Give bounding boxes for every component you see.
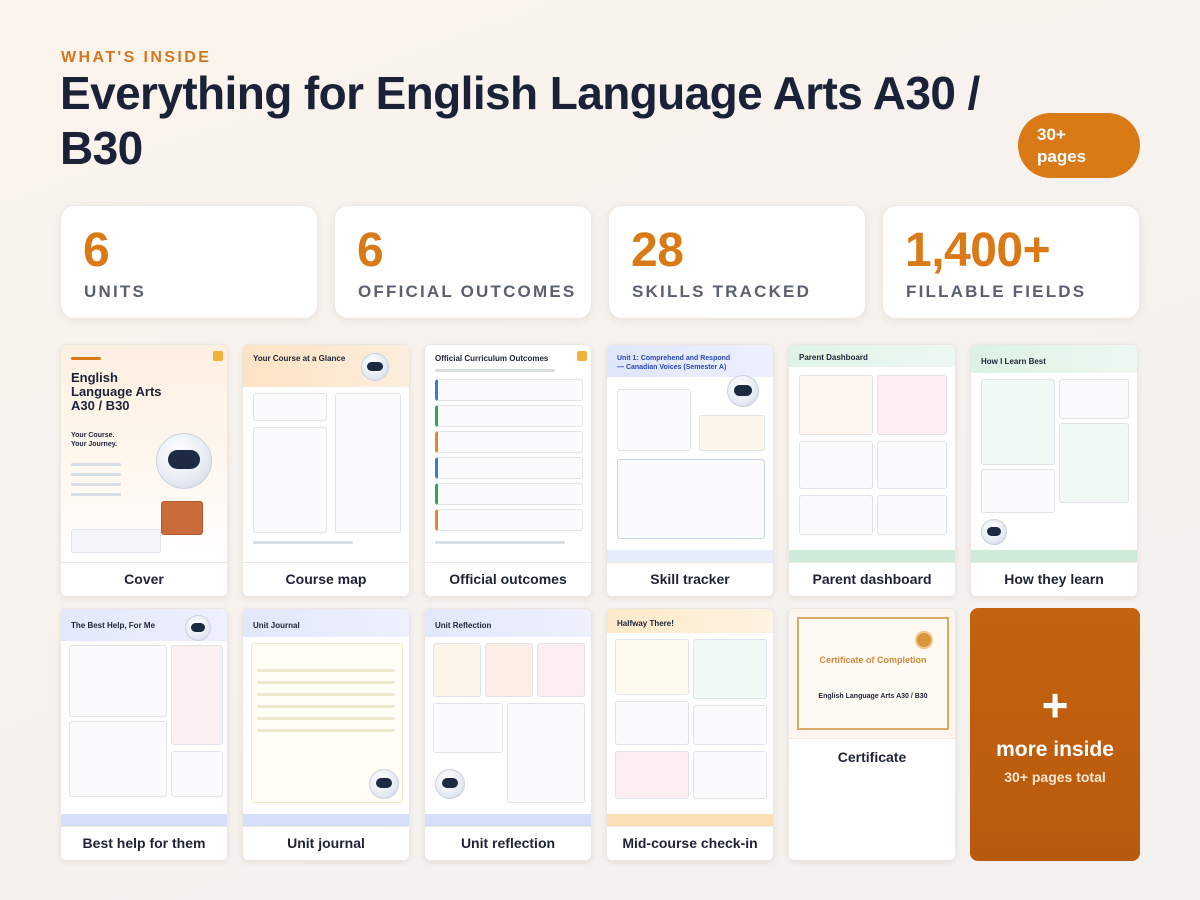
page-thumbnail: Unit Journal xyxy=(243,609,409,827)
thumb-title: Unit Reflection xyxy=(435,621,492,630)
stat-label: SKILLS TRACKED xyxy=(632,282,812,301)
thumb-title: Your Course at a Glance xyxy=(253,354,346,363)
robot-mascot-icon xyxy=(981,519,1007,545)
page-thumbnail: English Language Arts A30 / B30 Your Cou… xyxy=(61,345,227,563)
stat-value: 6 xyxy=(357,224,384,277)
robot-mascot-icon xyxy=(727,375,759,407)
page-thumbnail: Official Curriculum Outcomes xyxy=(425,345,591,563)
card-caption: Cover xyxy=(124,571,164,587)
card-caption: Best help for them xyxy=(82,835,206,851)
card-caption: Official outcomes xyxy=(449,571,567,587)
more-subtitle: 30+ pages total xyxy=(1004,769,1106,785)
robot-mascot-icon xyxy=(369,769,399,799)
stat-card-outcomes: 6 OFFICIAL OUTCOMES xyxy=(334,205,592,319)
robot-mascot-icon xyxy=(156,433,212,489)
thumb-title: How I Learn Best xyxy=(981,357,1046,366)
card-caption: Unit journal xyxy=(287,835,365,851)
card-caption: Parent dashboard xyxy=(812,571,932,587)
page-thumbnail: Parent Dashboard xyxy=(789,345,955,563)
thumb-title: Unit 1: Comprehend and Respond — Canadia… xyxy=(617,355,731,371)
card-caption: Mid-course check-in xyxy=(622,835,758,851)
card-caption: Course map xyxy=(285,571,367,587)
page-card-best-help[interactable]: The Best Help, For Me Best help for them xyxy=(60,608,228,861)
page-thumbnail: Unit Reflection xyxy=(425,609,591,827)
card-caption: Certificate xyxy=(837,749,907,765)
thumb-title: Unit Journal xyxy=(253,621,300,630)
card-caption: Skill tracker xyxy=(650,571,730,587)
page-thumbnail: Halfway There! xyxy=(607,609,773,827)
thumb-title: Parent Dashboard xyxy=(799,353,868,362)
certificate-thumbnail: Certificate of Completion English Langua… xyxy=(789,609,955,739)
robot-mascot-icon xyxy=(435,769,465,799)
stat-card-skills: 28 SKILLS TRACKED xyxy=(608,205,866,319)
more-inside-card[interactable]: + more inside 30+ pages total xyxy=(970,608,1140,861)
page-card-skill-tracker[interactable]: Unit 1: Comprehend and Respond — Canadia… xyxy=(606,344,774,597)
badge-unit: pages xyxy=(1037,146,1087,166)
stat-label: OFFICIAL OUTCOMES xyxy=(358,282,577,301)
stat-value: 6 xyxy=(83,224,110,277)
stat-value: 1,400+ xyxy=(905,224,1051,277)
robot-mascot-icon xyxy=(361,353,389,381)
page-card-parent-dashboard[interactable]: Parent Dashboard Parent dashboard xyxy=(788,344,956,597)
page-thumbnail: How I Learn Best xyxy=(971,345,1137,563)
stat-card-units: 6 UNITS xyxy=(60,205,318,319)
thumb-title: Official Curriculum Outcomes xyxy=(435,354,549,363)
award-seal-icon xyxy=(915,631,933,649)
thumb-title: The Best Help, For Me xyxy=(71,621,156,630)
page-card-unit-journal[interactable]: Unit Journal Unit journal xyxy=(242,608,410,861)
page-card-course-map[interactable]: Your Course at a Glance Course map xyxy=(242,344,410,597)
page-card-certificate[interactable]: Certificate of Completion English Langua… xyxy=(788,608,956,861)
page-card-how-they-learn[interactable]: How I Learn Best How they learn xyxy=(970,344,1138,597)
stat-card-fields: 1,400+ FILLABLE FIELDS xyxy=(882,205,1140,319)
plus-icon: + xyxy=(1041,679,1069,731)
page-thumbnail: Unit 1: Comprehend and Respond — Canadia… xyxy=(607,345,773,563)
page-card-cover[interactable]: English Language Arts A30 / B30 Your Cou… xyxy=(60,344,228,597)
card-caption: How they learn xyxy=(1004,571,1104,587)
card-caption: Unit reflection xyxy=(460,835,556,851)
page-card-official-outcomes[interactable]: Official Curriculum Outcomes Official ou… xyxy=(424,344,592,597)
eyebrow-label: WHAT'S INSIDE xyxy=(61,49,212,66)
stat-label: FILLABLE FIELDS xyxy=(906,282,1087,301)
certificate-title: Certificate of Completion xyxy=(819,655,927,665)
pages-badge: 30+ pages xyxy=(1018,113,1140,178)
stat-label: UNITS xyxy=(84,282,146,301)
page-thumbnail: The Best Help, For Me xyxy=(61,609,227,827)
thumb-subtitle: Your Course. Your Journey. xyxy=(71,432,118,448)
more-title: more inside xyxy=(996,738,1114,761)
certificate-subtitle: English Language Arts A30 / B30 xyxy=(818,693,928,700)
stat-value: 28 xyxy=(631,224,684,277)
page-title: Everything for English Language Arts A30… xyxy=(60,67,980,174)
page-card-mid-course[interactable]: Halfway There! Mid-course check-in xyxy=(606,608,774,861)
thumb-title: English Language Arts A30 / B30 xyxy=(71,370,162,413)
page-card-unit-reflection[interactable]: Unit Reflection Unit reflection xyxy=(424,608,592,861)
robot-mascot-icon xyxy=(185,615,211,641)
thumb-title: Halfway There! xyxy=(617,619,674,628)
page-thumbnail: Your Course at a Glance xyxy=(243,345,409,563)
badge-count: 30+ xyxy=(1037,124,1066,144)
